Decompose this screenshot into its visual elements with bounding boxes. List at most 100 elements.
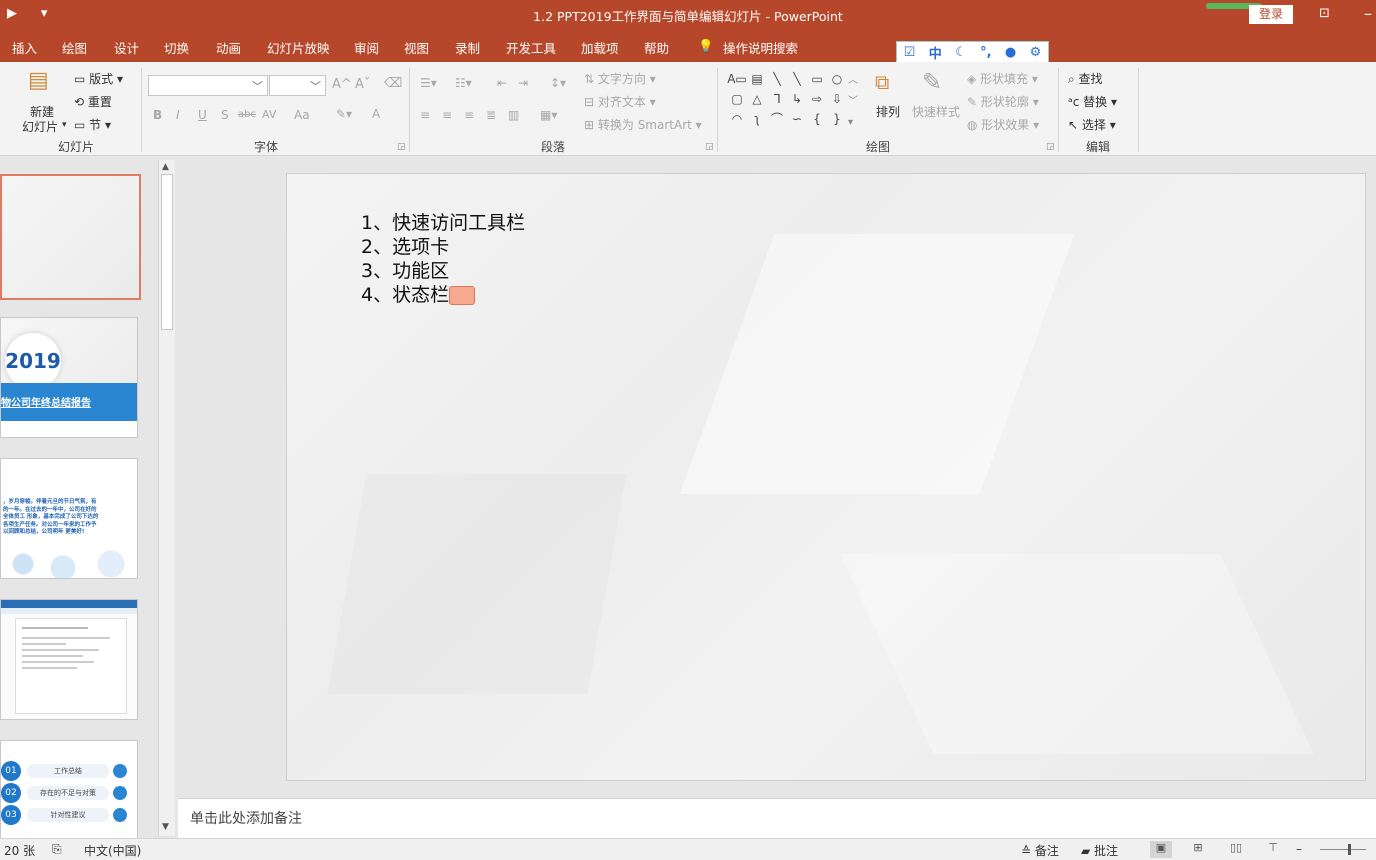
slide-thumbnail-4[interactable]	[0, 599, 138, 720]
brace-icon[interactable]: }	[827, 109, 847, 129]
tab-insert[interactable]: 插入	[12, 38, 37, 57]
arrange-button[interactable]: 排列	[876, 103, 900, 120]
replace-button[interactable]: ᵃc 替换 ▾	[1068, 93, 1117, 110]
slide-thumbnail-2[interactable]: 2019 物公司年终总结报告	[0, 317, 138, 438]
italic-button[interactable]: I	[176, 108, 180, 122]
down-arrow-icon[interactable]: ⇩	[827, 89, 847, 109]
decrease-indent-icon[interactable]: ⇤	[497, 76, 507, 90]
minimize-icon[interactable]: –	[1364, 4, 1372, 23]
normal-view-icon[interactable]: ▣	[1150, 841, 1172, 858]
dialog-launcher-icon[interactable]: ◲	[397, 142, 406, 152]
shape-fill-button[interactable]: ◈ 形状填充 ▾	[967, 70, 1038, 87]
select-button[interactable]: ↖ 选择 ▾	[1068, 116, 1116, 133]
underline-button[interactable]: U	[198, 108, 207, 122]
decrease-font-icon[interactable]: Aˇ	[355, 77, 370, 92]
zoom-slider[interactable]	[1320, 849, 1366, 850]
highlight-icon[interactable]: ✎▾	[336, 107, 352, 121]
increase-font-icon[interactable]: A^	[332, 77, 352, 92]
gear-icon[interactable]: ⚙	[1030, 45, 1042, 60]
align-text-button[interactable]: ⊟ 对齐文本 ▾	[584, 93, 656, 110]
notes-pane[interactable]: 单击此处添加备注	[178, 798, 1376, 838]
elbow-connector-icon[interactable]: ↳	[787, 89, 807, 109]
accessibility-icon[interactable]: ⎘	[52, 842, 62, 857]
font-name-combo[interactable]: ﹀	[148, 75, 268, 96]
find-button[interactable]: ⌕ 查找	[1068, 70, 1103, 87]
section-button[interactable]: ▭ 节 ▾	[74, 116, 111, 133]
zoom-slider-knob[interactable]	[1348, 844, 1351, 855]
slide-count[interactable]: 20 张	[4, 842, 35, 859]
reset-button[interactable]: ⟲ 重置	[74, 93, 112, 110]
slideshow-view-icon[interactable]: ⊤	[1262, 841, 1284, 858]
language-indicator[interactable]: 中文(中国)	[84, 842, 141, 859]
slide-canvas[interactable]: 1、快速访问工具栏 2、选项卡 3、功能区 4、状态栏	[286, 173, 1366, 781]
tab-record[interactable]: 录制	[455, 38, 480, 57]
bold-button[interactable]: B	[153, 108, 162, 122]
oval-icon[interactable]: ○	[827, 69, 847, 89]
tab-draw[interactable]: 绘图	[62, 38, 87, 57]
distributed-icon[interactable]: ▥	[508, 108, 519, 122]
new-slide-label-2[interactable]: 幻灯片	[22, 118, 58, 135]
line-icon[interactable]: ╲	[787, 69, 807, 89]
tab-review[interactable]: 审阅	[354, 38, 379, 57]
change-case-button[interactable]: Aa	[294, 108, 310, 122]
numbering-icon[interactable]: ☷▾	[455, 76, 472, 90]
shadow-button[interactable]: S	[221, 108, 229, 122]
char-spacing-button[interactable]: AV	[262, 108, 276, 121]
tell-me-search[interactable]: 操作说明搜索	[723, 38, 798, 57]
ribbon-display-options-icon[interactable]: ⊡	[1319, 6, 1330, 21]
new-slide-icon[interactable]: ▤	[28, 68, 49, 93]
punctuation-icon[interactable]: °,	[980, 45, 991, 60]
slide-thumbnail-3[interactable]: ，岁月穿梭。伴着元旦的节日气氛，有的一年。在过去的一年中，公司在好的全体员工 形…	[0, 458, 138, 579]
align-right-icon[interactable]: ≡	[464, 108, 474, 122]
scroll-down-icon[interactable]: ▼	[162, 822, 169, 832]
text-direction-button[interactable]: ⇅ 文字方向 ▾	[584, 70, 656, 87]
tab-slideshow[interactable]: 幻灯片放映	[267, 38, 330, 57]
notes-toggle[interactable]: ≙ 备注	[1021, 842, 1059, 859]
strikethrough-button[interactable]: abc	[238, 109, 256, 120]
text-box-icon[interactable]: A▭	[727, 69, 747, 89]
increase-indent-icon[interactable]: ⇥	[518, 76, 528, 90]
clear-format-icon[interactable]: ⌫	[384, 76, 402, 91]
scroll-up-icon[interactable]: ▲	[162, 162, 169, 172]
bullets-icon[interactable]: ☰▾	[420, 76, 437, 90]
tab-animations[interactable]: 动画	[216, 38, 241, 57]
reading-view-icon[interactable]: ▯▯	[1225, 841, 1247, 858]
chevron-down-icon[interactable]: ▾	[62, 120, 67, 130]
dialog-launcher-icon[interactable]: ◲	[1046, 142, 1055, 152]
thumbnail-scrollbar[interactable]: ▲ ▼	[158, 160, 175, 836]
columns-icon[interactable]: ▦▾	[540, 108, 557, 122]
freeform-icon[interactable]: ◠	[727, 109, 747, 129]
moon-icon[interactable]: ☾	[955, 45, 967, 60]
tab-design[interactable]: 设计	[114, 38, 139, 57]
vertical-text-icon[interactable]: ▤	[747, 69, 767, 89]
login-button[interactable]: 登录	[1249, 5, 1293, 24]
ime-mode-toggle[interactable]: 中	[929, 43, 942, 62]
tab-transitions[interactable]: 切换	[164, 38, 189, 57]
dialog-launcher-icon[interactable]: ◲	[705, 142, 714, 152]
arc-icon[interactable]: ⌒	[767, 109, 787, 129]
zoom-out-icon[interactable]: –	[1296, 842, 1302, 856]
comment-icon[interactable]	[449, 286, 476, 305]
tab-view[interactable]: 视图	[404, 38, 429, 57]
tab-help[interactable]: 帮助	[644, 38, 669, 57]
rounded-rect-icon[interactable]: ▢	[727, 89, 747, 109]
scrollbar-thumb[interactable]	[161, 174, 173, 330]
shape-outline-button[interactable]: ✎ 形状轮廓 ▾	[967, 93, 1039, 110]
justify-icon[interactable]: ≣	[486, 108, 496, 122]
triangle-icon[interactable]: △	[747, 89, 767, 109]
ime-logo-icon[interactable]: ☑	[904, 45, 916, 60]
align-left-icon[interactable]: ≡	[420, 108, 430, 122]
slide-text-box[interactable]: 1、快速访问工具栏 2、选项卡 3、功能区 4、状态栏	[361, 211, 525, 307]
layout-button[interactable]: ▭ 版式 ▾	[74, 70, 123, 87]
slide-sorter-icon[interactable]: ⊞	[1187, 841, 1209, 858]
quick-styles-icon[interactable]: ✎	[922, 68, 942, 96]
line-spacing-icon[interactable]: ↕▾	[550, 76, 566, 90]
curve-icon[interactable]: ʅ	[747, 109, 767, 129]
comments-toggle[interactable]: ▰ 批注	[1081, 842, 1118, 859]
arrange-icon[interactable]: ⧉	[875, 70, 889, 94]
font-color-button[interactable]: A	[372, 107, 380, 121]
font-size-combo[interactable]: ﹀	[269, 75, 326, 96]
brace-icon[interactable]: {	[807, 109, 827, 129]
shape-effects-button[interactable]: ◍ 形状效果 ▾	[967, 116, 1039, 133]
right-arrow-icon[interactable]: ⇨	[807, 89, 827, 109]
